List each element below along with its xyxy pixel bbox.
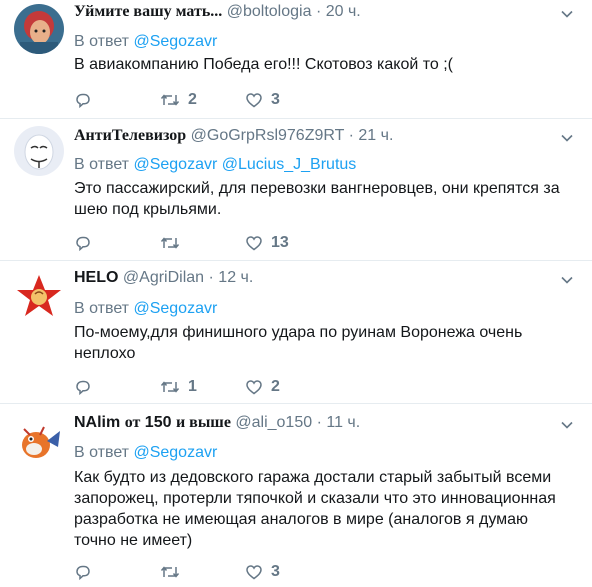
display-name[interactable]: HELO bbox=[74, 269, 118, 286]
tweet-header: NAlim от 150 и выше @ali_o150 · 11 ч. bbox=[74, 413, 562, 433]
display-name-part[interactable]: и выше bbox=[176, 414, 231, 431]
like-button[interactable]: 2 bbox=[245, 375, 280, 399]
display-name[interactable]: Уймите вашу мать... bbox=[74, 3, 222, 20]
tweet-header: АнтиТелевизор @GoGrpRsl976Z9RT · 21 ч. bbox=[74, 126, 562, 146]
retweet-button[interactable] bbox=[160, 560, 188, 584]
user-handle[interactable]: @AgriDilan bbox=[123, 269, 204, 286]
timestamp[interactable]: 20 ч. bbox=[326, 3, 361, 20]
like-icon bbox=[246, 380, 262, 395]
tweet: HELO @AgriDilan · 12 ч. В ответ @Segozav… bbox=[0, 260, 592, 404]
retweet-count: 2 bbox=[188, 91, 197, 108]
like-count: 2 bbox=[271, 378, 280, 395]
reply-button[interactable] bbox=[74, 88, 92, 112]
timestamp[interactable]: 12 ч. bbox=[218, 269, 253, 286]
like-button[interactable]: 3 bbox=[245, 560, 280, 584]
retweet-button[interactable]: 2 bbox=[160, 88, 197, 112]
display-name[interactable]: NAlim bbox=[74, 414, 120, 431]
mention-link[interactable]: @Segozavr bbox=[133, 33, 217, 50]
tweet-header: HELO @AgriDilan · 12 ч. bbox=[74, 268, 562, 288]
display-name-part[interactable]: от bbox=[125, 414, 141, 431]
reply-context: В ответ @Segozavr bbox=[74, 32, 217, 52]
retweet-icon bbox=[160, 94, 180, 106]
reply-button[interactable] bbox=[74, 560, 92, 584]
separator-dot: · bbox=[316, 414, 322, 431]
retweet-icon bbox=[160, 237, 180, 249]
avatar[interactable] bbox=[14, 272, 64, 322]
reply-button[interactable] bbox=[74, 375, 92, 399]
separator-dot: · bbox=[348, 127, 354, 144]
display-name-part[interactable]: 150 bbox=[145, 414, 172, 431]
separator-dot: · bbox=[315, 3, 322, 20]
reply-context: В ответ @Segozavr bbox=[74, 443, 217, 463]
separator-dot: · bbox=[208, 269, 214, 286]
caret-down-icon[interactable] bbox=[560, 273, 574, 287]
tweet-text: Это пассажирский, для перевозки вангнеро… bbox=[74, 180, 560, 218]
reply-icon bbox=[76, 236, 90, 252]
timestamp[interactable]: 21 ч. bbox=[358, 127, 393, 144]
like-icon bbox=[246, 93, 262, 108]
tweet-header: Уймите вашу мать... @boltologia · 20 ч. bbox=[74, 2, 562, 22]
avatar[interactable] bbox=[14, 126, 64, 176]
reply-prefix: В ответ bbox=[74, 444, 130, 461]
avatar[interactable] bbox=[14, 417, 64, 467]
caret-down-icon[interactable] bbox=[560, 7, 574, 21]
tweet-text: Как будто из дедовского гаража достали с… bbox=[74, 469, 556, 549]
reply-context: В ответ @Segozavr @Lucius_J_Brutus bbox=[74, 155, 356, 175]
retweet-button[interactable]: 1 bbox=[160, 375, 197, 399]
mention-link[interactable]: @Lucius_J_Brutus bbox=[222, 156, 357, 173]
retweet-button[interactable] bbox=[160, 231, 188, 255]
caret-down-icon[interactable] bbox=[560, 131, 574, 145]
caret-down-icon[interactable] bbox=[560, 418, 574, 432]
like-icon bbox=[246, 565, 262, 580]
reply-icon bbox=[76, 93, 90, 109]
display-name[interactable]: АнтиТелевизор bbox=[74, 127, 186, 144]
user-handle[interactable]: @GoGrpRsl976Z9RT bbox=[191, 127, 344, 144]
timestamp[interactable]: 11 ч. bbox=[326, 414, 360, 431]
reply-prefix: В ответ bbox=[74, 156, 130, 173]
like-button[interactable]: 13 bbox=[245, 231, 289, 255]
mention-link[interactable]: @Segozavr bbox=[133, 300, 217, 317]
tweet-text: По-моему,для финишного удара по руинам В… bbox=[74, 324, 523, 362]
reply-context: В ответ @Segozavr bbox=[74, 299, 217, 319]
reply-prefix: В ответ bbox=[74, 300, 130, 317]
user-handle[interactable]: @ali_o150 bbox=[235, 414, 312, 431]
reply-button[interactable] bbox=[74, 231, 92, 255]
avatar[interactable] bbox=[14, 4, 64, 54]
reply-prefix: В ответ bbox=[74, 33, 130, 50]
like-button[interactable]: 3 bbox=[245, 88, 280, 112]
like-count: 3 bbox=[271, 563, 280, 580]
like-icon bbox=[246, 236, 262, 251]
tweet: NAlim от 150 и выше @ali_o150 · 11 ч. В … bbox=[0, 403, 592, 587]
user-handle[interactable]: @boltologia bbox=[227, 3, 312, 20]
tweet: АнтиТелевизор @GoGrpRsl976Z9RT · 21 ч. В… bbox=[0, 118, 592, 261]
tweet: Уймите вашу мать... @boltologia · 20 ч. … bbox=[0, 0, 592, 119]
tweet-text: В авиакомпанию Победа его!!! Скотовоз ка… bbox=[74, 56, 454, 73]
reply-icon bbox=[76, 380, 90, 396]
like-count: 13 bbox=[271, 234, 289, 251]
mention-link[interactable]: @Segozavr bbox=[133, 156, 217, 173]
retweet-icon bbox=[160, 566, 180, 578]
retweet-icon bbox=[160, 381, 180, 393]
mention-link[interactable]: @Segozavr bbox=[133, 444, 217, 461]
retweet-count: 1 bbox=[188, 378, 197, 395]
reply-icon bbox=[76, 565, 90, 581]
like-count: 3 bbox=[271, 91, 280, 108]
